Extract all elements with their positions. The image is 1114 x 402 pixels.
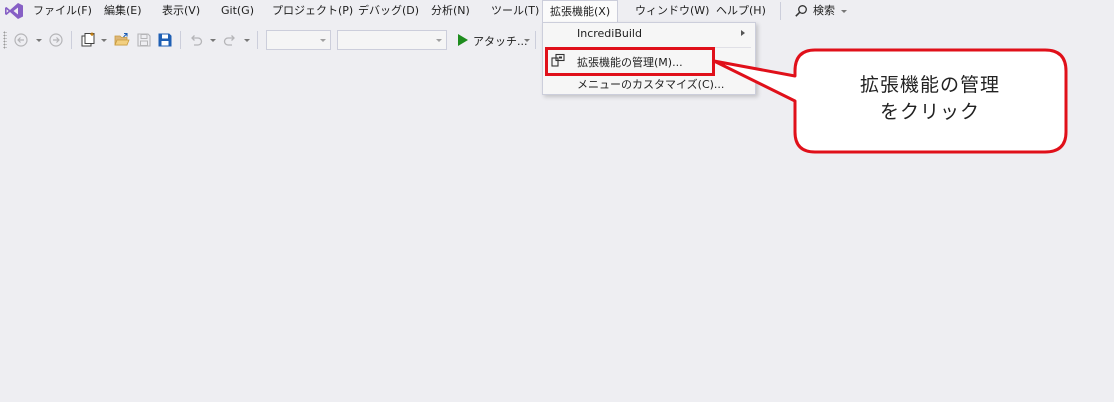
navigate-forward-icon[interactable]: [48, 32, 64, 48]
callout-text: 拡張機能の管理 をクリック: [795, 72, 1065, 126]
menu-item-label: IncrediBuild: [577, 27, 642, 40]
menu-debug[interactable]: デバッグ(D): [357, 1, 420, 21]
toolbar-separator: [257, 31, 258, 49]
menu-view[interactable]: 表示(V): [161, 1, 201, 21]
callout-line-2: をクリック: [879, 101, 980, 123]
chevron-down-icon: [320, 39, 326, 42]
menu-separator: [780, 2, 781, 20]
start-debugging-icon[interactable]: [455, 32, 471, 48]
submenu-arrow-icon: [741, 30, 745, 36]
attach-button[interactable]: アタッチ...: [473, 33, 528, 49]
redo-caret[interactable]: [244, 39, 250, 42]
search-icon[interactable]: [794, 4, 808, 18]
save-all-icon[interactable]: [157, 32, 173, 48]
toolbar-grip[interactable]: [3, 31, 7, 49]
save-icon[interactable]: [136, 32, 152, 48]
menu-help[interactable]: ヘルプ(H): [715, 1, 767, 21]
navigate-back-icon[interactable]: [13, 32, 29, 48]
solution-platform-select[interactable]: [337, 30, 447, 50]
menu-item-incredibuild[interactable]: IncrediBuild: [543, 23, 755, 45]
navigate-back-caret[interactable]: [36, 39, 42, 42]
menu-file[interactable]: ファイル(F): [32, 1, 93, 21]
menu-item-customize-menu[interactable]: メニューのカスタマイズ(C)...: [543, 73, 755, 95]
attach-caret[interactable]: [524, 39, 530, 42]
toolbar-separator: [180, 31, 181, 49]
menu-item-label: メニューのカスタマイズ(C)...: [577, 78, 725, 91]
highlight-box: [545, 47, 715, 76]
undo-icon[interactable]: [188, 32, 204, 48]
toolbar-separator: [71, 31, 72, 49]
undo-caret[interactable]: [210, 39, 216, 42]
search-dropdown-caret[interactable]: [841, 10, 847, 13]
callout-line-1: 拡張機能の管理: [859, 74, 1000, 96]
menu-tools[interactable]: ツール(T): [490, 1, 540, 21]
menu-edit[interactable]: 編集(E): [103, 1, 143, 21]
menu-project[interactable]: プロジェクト(P): [271, 1, 354, 21]
menu-git[interactable]: Git(G): [220, 1, 255, 21]
toolbar-separator: [535, 31, 536, 49]
chevron-down-icon: [436, 39, 442, 42]
menu-window[interactable]: ウィンドウ(W): [634, 1, 710, 21]
visual-studio-logo-icon[interactable]: [4, 2, 24, 20]
new-project-caret[interactable]: [101, 39, 107, 42]
menu-extensions[interactable]: 拡張機能(X): [542, 0, 619, 22]
redo-icon[interactable]: [222, 32, 238, 48]
open-folder-icon[interactable]: [114, 32, 130, 48]
menu-analyze[interactable]: 分析(N): [430, 1, 471, 21]
new-project-icon[interactable]: [80, 32, 96, 48]
search-button[interactable]: 検索: [812, 1, 836, 21]
solution-configuration-select[interactable]: [266, 30, 331, 50]
menu-bar: ファイル(F) 編集(E) 表示(V) Git(G) プロジェクト(P) デバッ…: [0, 0, 1114, 22]
